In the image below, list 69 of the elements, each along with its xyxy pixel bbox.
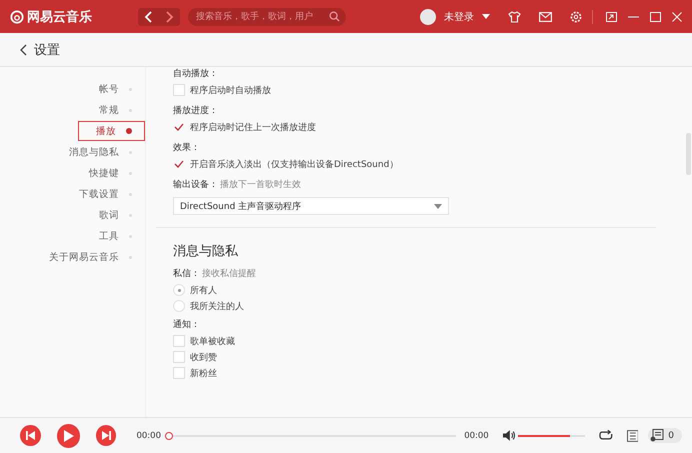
setting-label: 输出设备： (173, 179, 218, 192)
radio-button[interactable] (173, 284, 185, 296)
next-button[interactable] (96, 425, 116, 446)
sidebar-item[interactable]: 快捷键 (35, 163, 145, 183)
setting-label: 私信： (173, 268, 200, 281)
radio-button[interactable] (173, 300, 185, 312)
maximize-icon[interactable] (650, 12, 661, 22)
forward-icon[interactable] (164, 10, 174, 22)
option-label: 程序启动时记住上一次播放进度 (190, 122, 316, 134)
caret-icon (434, 204, 442, 208)
setting-label: 效果： (173, 142, 200, 155)
setting-label: 播放进度： (173, 105, 218, 118)
lyrics-icon[interactable] (626, 430, 638, 442)
logo-icon (10, 10, 24, 24)
scrollbar[interactable] (686, 133, 691, 175)
next-icon (102, 431, 111, 440)
checkbox[interactable] (173, 335, 185, 347)
back-icon[interactable] (144, 10, 154, 22)
sidebar-item[interactable]: 工具 (35, 226, 145, 246)
option-label: 新粉丝 (190, 368, 217, 380)
back-icon[interactable] (20, 44, 27, 56)
elapsed-time: 00:00 (136, 430, 161, 440)
previous-button[interactable] (20, 425, 41, 446)
close-icon[interactable] (672, 12, 682, 22)
setting-hint: 接收私信提醒 (202, 268, 256, 281)
checkbox[interactable] (173, 158, 185, 170)
mini-mode-icon[interactable] (606, 12, 617, 22)
option-label: 开启音乐淡入淡出（仅支持输出设备DirectSound） (190, 158, 398, 170)
sidebar-item[interactable]: 关于网易云音乐 (35, 247, 145, 267)
dropdown[interactable]: DirectSound 主声音驱动程序 (173, 197, 449, 215)
option-label: 所有人 (190, 284, 217, 296)
playlist-button[interactable]: 0 (648, 428, 682, 443)
settings-icon[interactable] (570, 10, 582, 22)
shirt-icon[interactable] (508, 10, 521, 22)
sidebar-item[interactable]: 播放 (78, 121, 145, 141)
play-icon (62, 430, 74, 442)
sidebar-item[interactable]: 下载设置 (35, 184, 145, 204)
progress-handle[interactable] (164, 432, 173, 440)
login-status[interactable]: 未登录 (444, 10, 474, 24)
search-field[interactable]: 搜索音乐，歌手，歌词，用户 (188, 8, 346, 26)
search-icon[interactable] (329, 11, 340, 22)
sidebar-item[interactable]: 帐号 (35, 79, 145, 99)
page-title: 设置 (34, 42, 60, 58)
avatar[interactable] (420, 8, 436, 24)
play-button[interactable] (56, 424, 80, 448)
setting-label: 通知： (173, 319, 200, 332)
indicator-dot-icon (126, 128, 132, 134)
option-label: 我所关注的人 (190, 300, 244, 312)
setting-label: 自动播放： (173, 68, 218, 81)
duration-time: 00:00 (464, 430, 489, 440)
loop-icon[interactable] (598, 430, 613, 441)
checkbox[interactable] (173, 367, 185, 379)
previous-icon (26, 431, 35, 440)
checkbox[interactable] (173, 351, 185, 363)
caret-icon[interactable] (482, 14, 490, 19)
volume-icon[interactable] (502, 430, 516, 441)
option-label: 收到赞 (190, 352, 217, 364)
sidebar-item[interactable]: 消息与隐私 (35, 142, 145, 162)
sidebar-item[interactable]: 歌词 (35, 205, 145, 225)
playlist-icon (650, 429, 664, 442)
option-label: 程序启动时自动播放 (190, 84, 271, 96)
checkbox[interactable] (173, 121, 185, 133)
setting-hint: 播放下一首歌时生效 (220, 179, 301, 192)
section-heading: 消息与隐私 (173, 243, 239, 260)
option-label: 歌单被收藏 (190, 336, 235, 348)
checkbox[interactable] (173, 84, 185, 96)
mail-icon[interactable] (539, 12, 552, 22)
sidebar-item[interactable]: 常规 (35, 100, 145, 120)
app-name: 网易云音乐 (27, 8, 92, 26)
